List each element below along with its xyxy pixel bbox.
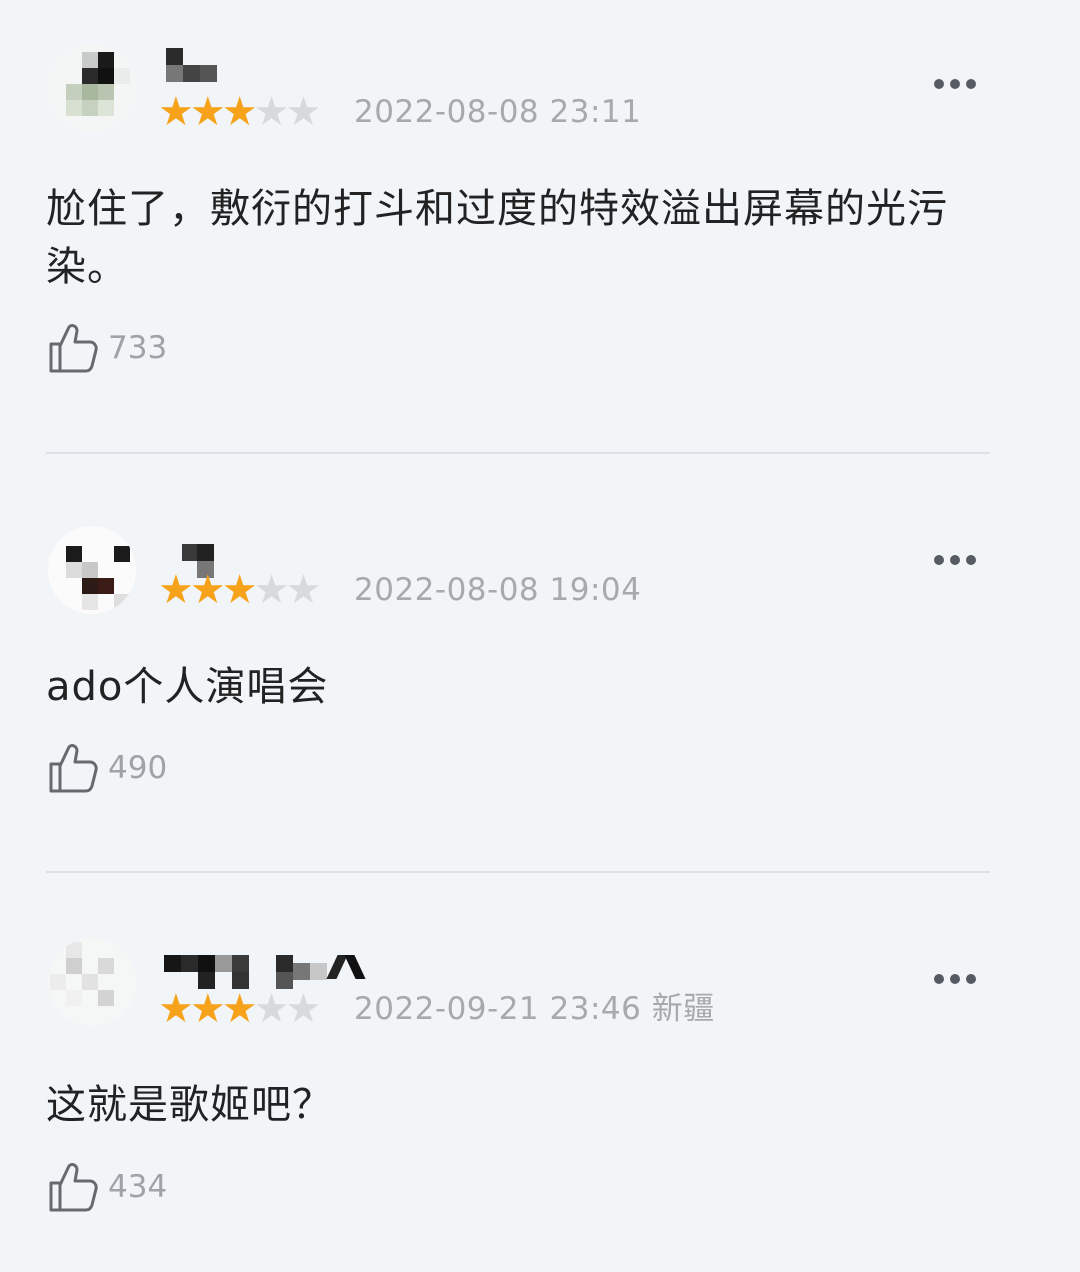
star-rating: ★ ★ ★ ★ ★ <box>158 89 321 135</box>
thumbs-up-icon <box>49 744 98 793</box>
avatar[interactable] <box>48 938 136 1026</box>
divider <box>46 452 990 454</box>
star-icon: ★ <box>285 89 321 135</box>
more-dots-icon[interactable] <box>934 555 976 565</box>
divider <box>46 871 990 873</box>
more-dots-icon[interactable] <box>934 974 976 984</box>
star-icon: ★ <box>221 986 258 1032</box>
like-count: 490 <box>108 750 168 786</box>
thumbs-up-icon <box>49 324 98 373</box>
thumbs-up-icon <box>49 1163 98 1212</box>
star-icon: ★ <box>221 567 258 613</box>
like-button[interactable]: 733 <box>48 322 167 374</box>
star-icon: ★ <box>189 567 226 613</box>
like-button[interactable]: 434 <box>48 1161 167 1213</box>
star-rating: ★ ★ ★ ★ ★ <box>158 986 321 1032</box>
more-dots-icon[interactable] <box>934 79 976 89</box>
comment-date: 2022-08-08 19:04 <box>354 572 642 608</box>
comment-text: ado个人演唱会 <box>46 664 329 710</box>
star-rating: ★ ★ ★ ★ ★ <box>158 567 321 613</box>
star-icon: ★ <box>158 89 194 135</box>
star-icon: ★ <box>189 89 226 135</box>
comment-text: 尬住了，敷衍的打斗和过度的特效溢出屏幕的光污染。 <box>46 186 948 290</box>
like-count: 733 <box>108 330 168 366</box>
avatar[interactable] <box>48 44 136 132</box>
comment-text: 这就是歌姬吧？ <box>46 1082 333 1128</box>
avatar[interactable] <box>48 526 136 614</box>
star-icon: ★ <box>285 567 321 613</box>
star-icon: ★ <box>158 567 194 613</box>
star-icon: ★ <box>285 986 321 1032</box>
like-button[interactable]: 490 <box>48 742 167 794</box>
comment-date: 2022-09-21 23:46 新疆 <box>354 991 715 1027</box>
star-icon: ★ <box>158 986 194 1032</box>
star-icon: ★ <box>253 89 290 135</box>
star-icon: ★ <box>189 986 226 1032</box>
star-icon: ★ <box>253 986 290 1032</box>
like-count: 434 <box>108 1169 168 1205</box>
star-icon: ★ <box>221 89 258 135</box>
star-icon: ★ <box>253 567 290 613</box>
comment-date: 2022-08-08 23:11 <box>354 94 642 130</box>
